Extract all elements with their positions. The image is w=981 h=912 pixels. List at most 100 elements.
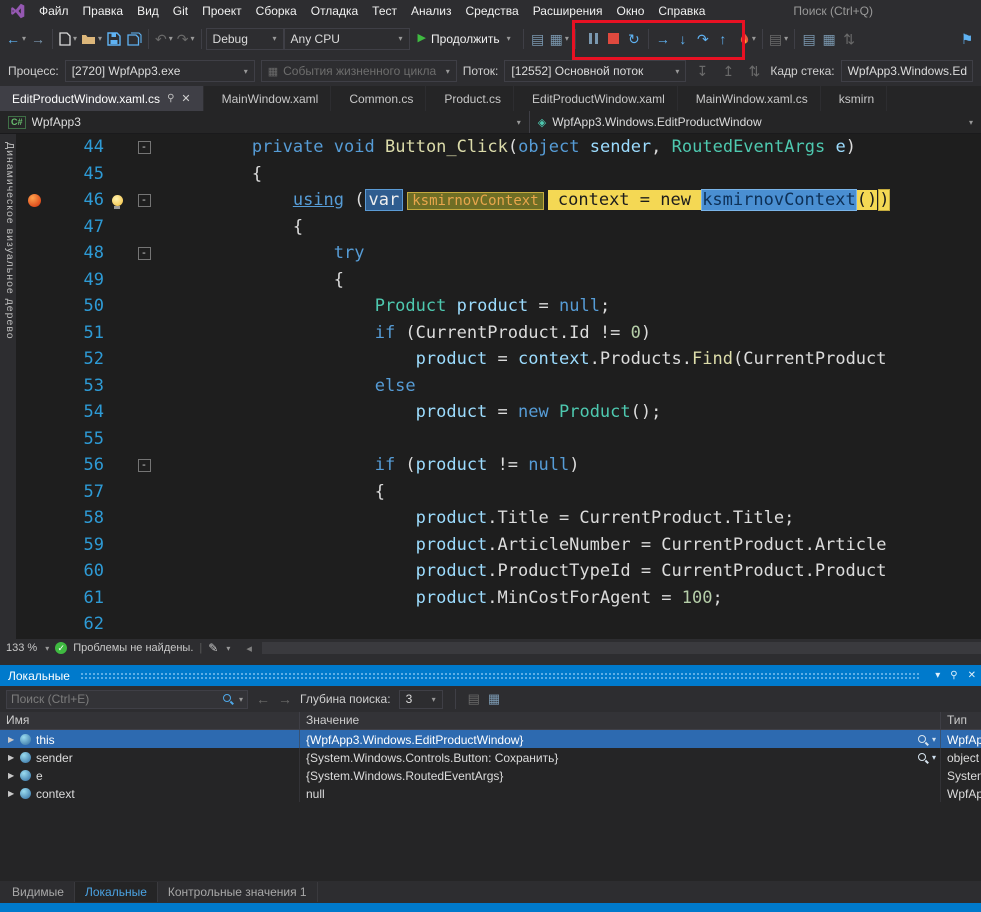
pause-button[interactable] bbox=[584, 27, 604, 51]
flag-threads-icon[interactable]: ▤ bbox=[468, 691, 480, 707]
code-cleanup-icon[interactable]: ✎ bbox=[208, 642, 218, 654]
window-menu-icon[interactable]: ▾ bbox=[930, 670, 945, 681]
locals-empty-area[interactable] bbox=[0, 802, 981, 881]
search-forward-icon[interactable]: → bbox=[278, 692, 292, 706]
menu-item[interactable]: Файл bbox=[32, 2, 76, 20]
document-tab[interactable]: Product.cs bbox=[432, 86, 514, 111]
code-line[interactable]: 61 product.MinCostForAgent = 100; bbox=[16, 585, 981, 612]
locals-row[interactable]: ▶this{WpfApp3.Windows.EditProductWindow}… bbox=[0, 730, 981, 748]
magnifier-icon[interactable] bbox=[917, 752, 929, 764]
hscroll-left-arrow[interactable]: ◂ bbox=[246, 642, 252, 655]
code-line[interactable]: 52 product = context.Products.Find(Curre… bbox=[16, 346, 981, 373]
save-all-button[interactable] bbox=[124, 27, 144, 51]
show-output-button[interactable]: ▦▾ bbox=[548, 27, 571, 51]
magnifier-icon[interactable] bbox=[917, 734, 929, 746]
document-tab[interactable]: EditProductWindow.xaml bbox=[520, 86, 678, 111]
restart-button[interactable]: ↻ bbox=[624, 27, 644, 51]
solution-configuration-combo[interactable]: Debug▾ bbox=[206, 28, 284, 50]
caret-icon[interactable]: ▾ bbox=[45, 644, 49, 653]
toolbar-extra-4[interactable]: ⇅ bbox=[839, 27, 859, 51]
column-header[interactable]: Имя bbox=[0, 712, 300, 729]
search-icon[interactable] bbox=[222, 693, 234, 705]
menu-item[interactable]: Тест bbox=[365, 2, 404, 20]
caret-icon[interactable]: ▾ bbox=[932, 735, 936, 744]
code-line[interactable]: 55 bbox=[16, 426, 981, 453]
code-line[interactable]: 51 if (CurrentProduct.Id != 0) bbox=[16, 320, 981, 347]
expander-icon[interactable]: ▶ bbox=[8, 753, 20, 762]
code-line[interactable]: 46- using (varksmirnovContext context = … bbox=[16, 187, 981, 214]
code-line[interactable]: 60 product.ProductTypeId = CurrentProduc… bbox=[16, 558, 981, 585]
horizontal-scrollbar[interactable] bbox=[262, 642, 981, 654]
code-area[interactable]: 44- private void Button_Click(object sen… bbox=[16, 134, 981, 639]
code-line[interactable]: 56- if (product != null) bbox=[16, 452, 981, 479]
fold-marker[interactable]: - bbox=[138, 141, 151, 154]
lightbulb-icon[interactable] bbox=[112, 195, 123, 206]
project-dropdown[interactable]: C# WpfApp3 ▾ bbox=[0, 111, 530, 133]
document-tab[interactable]: Common.cs bbox=[337, 86, 426, 111]
code-line[interactable]: 45 { bbox=[16, 161, 981, 188]
panel-splitter[interactable] bbox=[0, 657, 981, 665]
hex-display-icon[interactable]: ▦ bbox=[488, 691, 500, 707]
redo-button[interactable]: ↷▾ bbox=[175, 27, 197, 51]
lifecycle-events-combo[interactable]: ▦События жизненного цикла▾ bbox=[261, 60, 457, 82]
menu-item[interactable]: Вид bbox=[130, 2, 166, 20]
search-back-icon[interactable]: ← bbox=[256, 692, 270, 706]
column-header[interactable]: Значение bbox=[300, 712, 941, 729]
show-next-statement-button[interactable]: → bbox=[653, 27, 673, 51]
document-tab[interactable]: MainWindow.xaml bbox=[210, 86, 332, 111]
code-line[interactable]: 53 else bbox=[16, 373, 981, 400]
locals-row[interactable]: ▶sender{System.Windows.Controls.Button: … bbox=[0, 748, 981, 766]
document-tab[interactable]: EditProductWindow.xaml.cs⚲✕ bbox=[0, 86, 204, 111]
navigate-back-button[interactable]: ←▾ bbox=[4, 27, 28, 51]
code-line[interactable]: 49 { bbox=[16, 267, 981, 294]
code-line[interactable]: 44- private void Button_Click(object sen… bbox=[16, 134, 981, 161]
pin-icon[interactable]: ⚲ bbox=[167, 93, 174, 104]
menu-item[interactable]: Сборка bbox=[249, 2, 304, 20]
step-into-button[interactable]: ↓ bbox=[673, 27, 693, 51]
toolbar-extra-2[interactable]: ▤ bbox=[799, 27, 819, 51]
locals-window-titlebar[interactable]: Локальные ▾ ⚲ ✕ bbox=[0, 665, 981, 686]
menu-item[interactable]: Правка bbox=[76, 2, 131, 20]
new-file-button[interactable]: ▾ bbox=[57, 27, 79, 51]
document-tab[interactable]: MainWindow.xaml.cs bbox=[684, 86, 821, 111]
step-out-button[interactable]: ↑ bbox=[713, 27, 733, 51]
menu-item[interactable]: Расширения bbox=[526, 2, 610, 20]
stack-frame-combo[interactable]: WpfApp3.Windows.Ed bbox=[841, 60, 973, 82]
menu-item[interactable]: Средства bbox=[459, 2, 526, 20]
menu-item[interactable]: Справка bbox=[651, 2, 712, 20]
caret-icon[interactable]: ▾ bbox=[239, 695, 243, 704]
code-line[interactable]: 54 product = new Product(); bbox=[16, 399, 981, 426]
previous-thread-button[interactable]: ↧ bbox=[692, 59, 712, 83]
send-feedback-button[interactable]: ⚑ bbox=[957, 27, 977, 51]
caret-icon[interactable]: ▾ bbox=[226, 644, 230, 653]
toolbar-extra-1[interactable]: ▤▾ bbox=[767, 27, 790, 51]
side-tab-live-visual-tree[interactable]: Динамическое визуальное дерево bbox=[0, 134, 16, 639]
panel-tab[interactable]: Локальные bbox=[75, 882, 158, 902]
close-icon[interactable]: ✕ bbox=[963, 670, 981, 681]
process-combo[interactable]: [2720] WpfApp3.exe▾ bbox=[65, 60, 255, 82]
step-over-button[interactable]: ↷ bbox=[693, 27, 713, 51]
locals-search-box[interactable]: ▾ bbox=[6, 690, 248, 709]
solution-platform-combo[interactable]: Any CPU▾ bbox=[284, 28, 410, 50]
search-depth-combo[interactable]: 3▾ bbox=[399, 690, 443, 709]
menu-item[interactable]: Проект bbox=[195, 2, 249, 20]
code-line[interactable]: 50 Product product = null; bbox=[16, 293, 981, 320]
locals-row[interactable]: ▶contextnullWpfApp bbox=[0, 784, 981, 802]
fold-marker[interactable]: - bbox=[138, 459, 151, 472]
quick-search-hint[interactable]: Поиск (Ctrl+Q) bbox=[793, 4, 873, 18]
hot-reload-button[interactable]: ▾ bbox=[737, 27, 758, 51]
code-line[interactable]: 58 product.Title = CurrentProduct.Title; bbox=[16, 505, 981, 532]
panel-tab[interactable]: Контрольные значения 1 bbox=[158, 882, 318, 902]
menu-item[interactable]: Отладка bbox=[304, 2, 365, 20]
close-icon[interactable]: ✕ bbox=[181, 92, 190, 105]
code-line[interactable]: 57 { bbox=[16, 479, 981, 506]
column-header[interactable]: Тип bbox=[941, 712, 981, 729]
code-line[interactable]: 48- try bbox=[16, 240, 981, 267]
toggle-flagged-button[interactable]: ⇅ bbox=[744, 59, 764, 83]
fold-marker[interactable]: - bbox=[138, 247, 151, 260]
document-tab[interactable]: ksmirn bbox=[827, 86, 887, 111]
menu-item[interactable]: Анализ bbox=[404, 2, 459, 20]
toolbar-extra-3[interactable]: ▦ bbox=[819, 27, 839, 51]
locals-row[interactable]: ▶e{System.Windows.RoutedEventArgs}System… bbox=[0, 766, 981, 784]
menu-item[interactable]: Окно bbox=[609, 2, 651, 20]
